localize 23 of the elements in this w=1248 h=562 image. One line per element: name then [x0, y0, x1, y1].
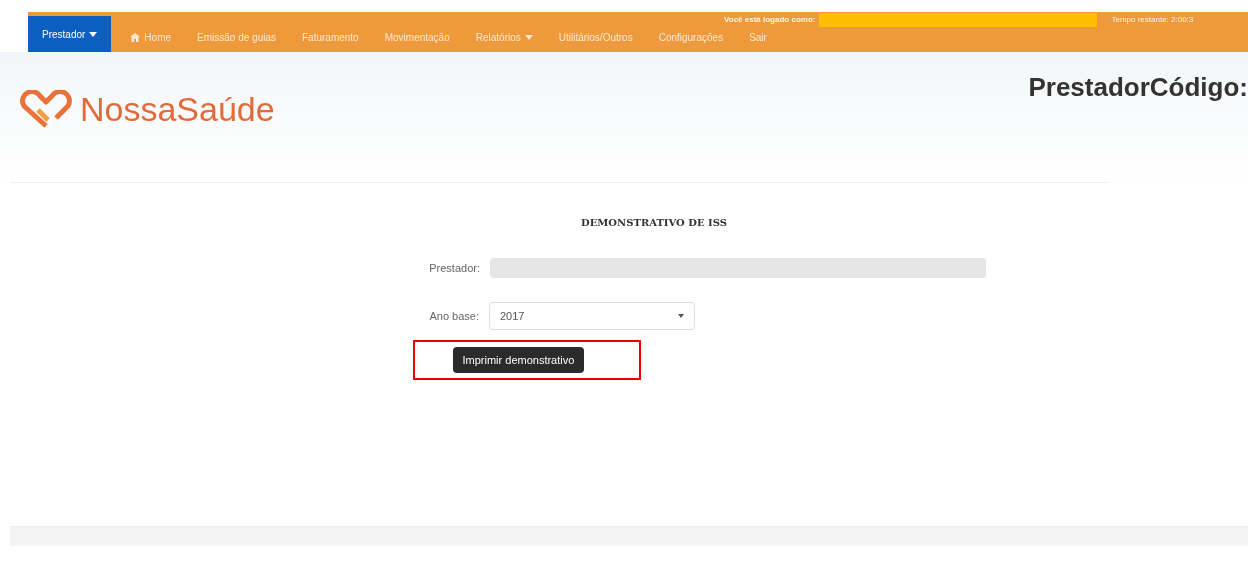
logo-text: NossaSaúde [80, 89, 275, 130]
session-timer: Tempo restante: 2:00:3 [1111, 14, 1194, 26]
form-title: DEMONSTRATIVO DE ISS [581, 216, 727, 230]
menu-item[interactable]: Relatórios [462, 26, 546, 48]
menu-item[interactable]: Configurações [645, 26, 737, 48]
menu-item[interactable]: Home [117, 26, 185, 48]
caret-icon [89, 31, 98, 37]
menu-item[interactable]: Utilitários/Outros [545, 26, 646, 48]
menu-item[interactable]: Faturamento [289, 26, 372, 48]
print-button[interactable]: Imprimir demonstrativo [452, 347, 585, 373]
menu-item[interactable]: Movimentação [371, 26, 463, 48]
home-icon [130, 32, 141, 42]
menu-item[interactable]: Sair [736, 26, 780, 48]
year-select[interactable]: 2017 [489, 302, 695, 330]
logged-in-label: Você está logado como: [724, 14, 816, 26]
field-label: Ano base: [428, 308, 479, 324]
caret-icon [524, 34, 533, 40]
menu-item[interactable]: Prestador [28, 16, 112, 52]
field-label: Prestador: [428, 260, 480, 276]
menu-item[interactable]: Emissão de guias [184, 26, 289, 48]
caret-icon [678, 314, 684, 318]
provider-field[interactable] [490, 258, 986, 278]
provider-code-label: PrestadorCódigo: [1028, 71, 1248, 104]
